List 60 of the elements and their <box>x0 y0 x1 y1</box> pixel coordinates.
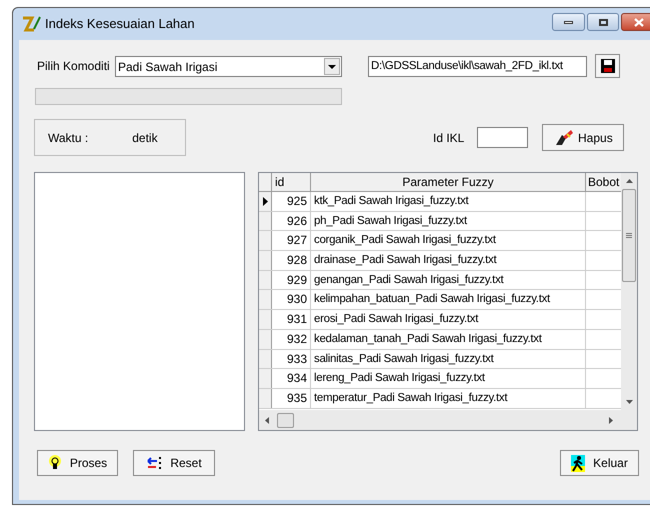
window-title: Indeks Kesesuaian Lahan <box>45 15 195 34</box>
column-header[interactable]: Bobot <box>586 173 621 191</box>
horizontal-scrollbar[interactable] <box>259 410 637 430</box>
table-cell: 925 <box>272 192 311 211</box>
id-ikl-field[interactable] <box>477 127 528 148</box>
table-cell: lereng_Padi Sawah Irigasi_fuzzy.txt <box>311 369 586 388</box>
commodity-dropdown[interactable]: Padi Sawah Irigasi <box>115 56 342 77</box>
close-icon <box>634 18 644 26</box>
table-cell: 931 <box>272 310 311 329</box>
scroll-left-icon <box>265 416 269 424</box>
arrow-icon <box>146 456 162 470</box>
table-cell: ktk_Padi Sawah Irigasi_fuzzy.txt <box>311 192 586 211</box>
grip-icon <box>626 233 632 238</box>
keluar-button[interactable]: Keluar <box>560 450 639 476</box>
minimize-button[interactable] <box>552 13 585 31</box>
close-button[interactable] <box>621 13 650 31</box>
table-cell: kelimpahan_batuan_Padi Sawah Irigasi_fuzzy.txt <box>311 290 586 310</box>
table-cell: 927 <box>272 231 311 250</box>
scroll-thumb[interactable] <box>277 412 294 428</box>
commodity-label: Pilih Komoditi <box>37 58 111 75</box>
row-indicator[interactable] <box>259 192 272 211</box>
app-icon <box>22 15 42 33</box>
table-cell: 926 <box>272 212 311 230</box>
file-path-field[interactable]: D:\GDSSLanduse\ikl\sawah_2FD_ikl.txt <box>368 56 587 77</box>
walking-person-icon <box>571 454 586 472</box>
delete-button[interactable]: Hapus <box>542 124 624 151</box>
table-cell: temperatur_Padi Sawah Irigasi_fuzzy.txt <box>311 388 586 408</box>
proses-button[interactable]: Proses <box>37 450 118 476</box>
table-cell: corganik_Padi Sawah Irigasi_fuzzy.txt <box>311 231 586 250</box>
table-cell: 932 <box>272 330 311 348</box>
save-icon <box>600 58 616 74</box>
scroll-thumb[interactable] <box>622 189 636 282</box>
table-cell: ph_Padi Sawah Irigasi_fuzzy.txt <box>311 212 586 230</box>
table-cell: 928 <box>272 251 311 270</box>
time-label: Waktu : <box>48 130 88 146</box>
table-cell: 935 <box>272 388 311 408</box>
scroll-right-icon <box>609 416 613 424</box>
light-bulb-icon <box>48 455 62 471</box>
table-cell: 930 <box>272 290 311 310</box>
column-header[interactable]: id <box>272 173 311 191</box>
dropdown-arrow-icon <box>328 64 336 68</box>
current-row-icon <box>262 196 268 206</box>
table-cell: 934 <box>272 369 311 388</box>
table-cell: genangan_Padi Sawah Irigasi_fuzzy.txt <box>311 270 586 290</box>
table-cell: salinitas_Padi Sawah Irigasi_fuzzy.txt <box>311 350 586 368</box>
reset-button[interactable]: Reset <box>133 450 215 476</box>
save-button[interactable] <box>595 54 620 78</box>
table-cell: kedalaman_tanah_Padi Sawah Irigasi_fuzzy.txt <box>311 330 586 348</box>
column-header[interactable]: Parameter Fuzzy <box>311 173 586 191</box>
id-ikl-label: Id IKL <box>433 130 464 146</box>
scroll-up-icon <box>626 179 632 183</box>
eraser-icon <box>554 128 574 146</box>
time-unit: detik <box>132 130 158 146</box>
table-cell: 933 <box>272 350 311 368</box>
table-cell: drainase_Padi Sawah Irigasi_fuzzy.txt <box>311 251 586 270</box>
scroll-down-icon <box>626 400 632 404</box>
table-cell: erosi_Padi Sawah Irigasi_fuzzy.txt <box>311 310 586 329</box>
vertical-scrollbar[interactable] <box>621 173 637 410</box>
table-cell: 929 <box>272 270 311 290</box>
maximize-button[interactable] <box>587 13 619 31</box>
